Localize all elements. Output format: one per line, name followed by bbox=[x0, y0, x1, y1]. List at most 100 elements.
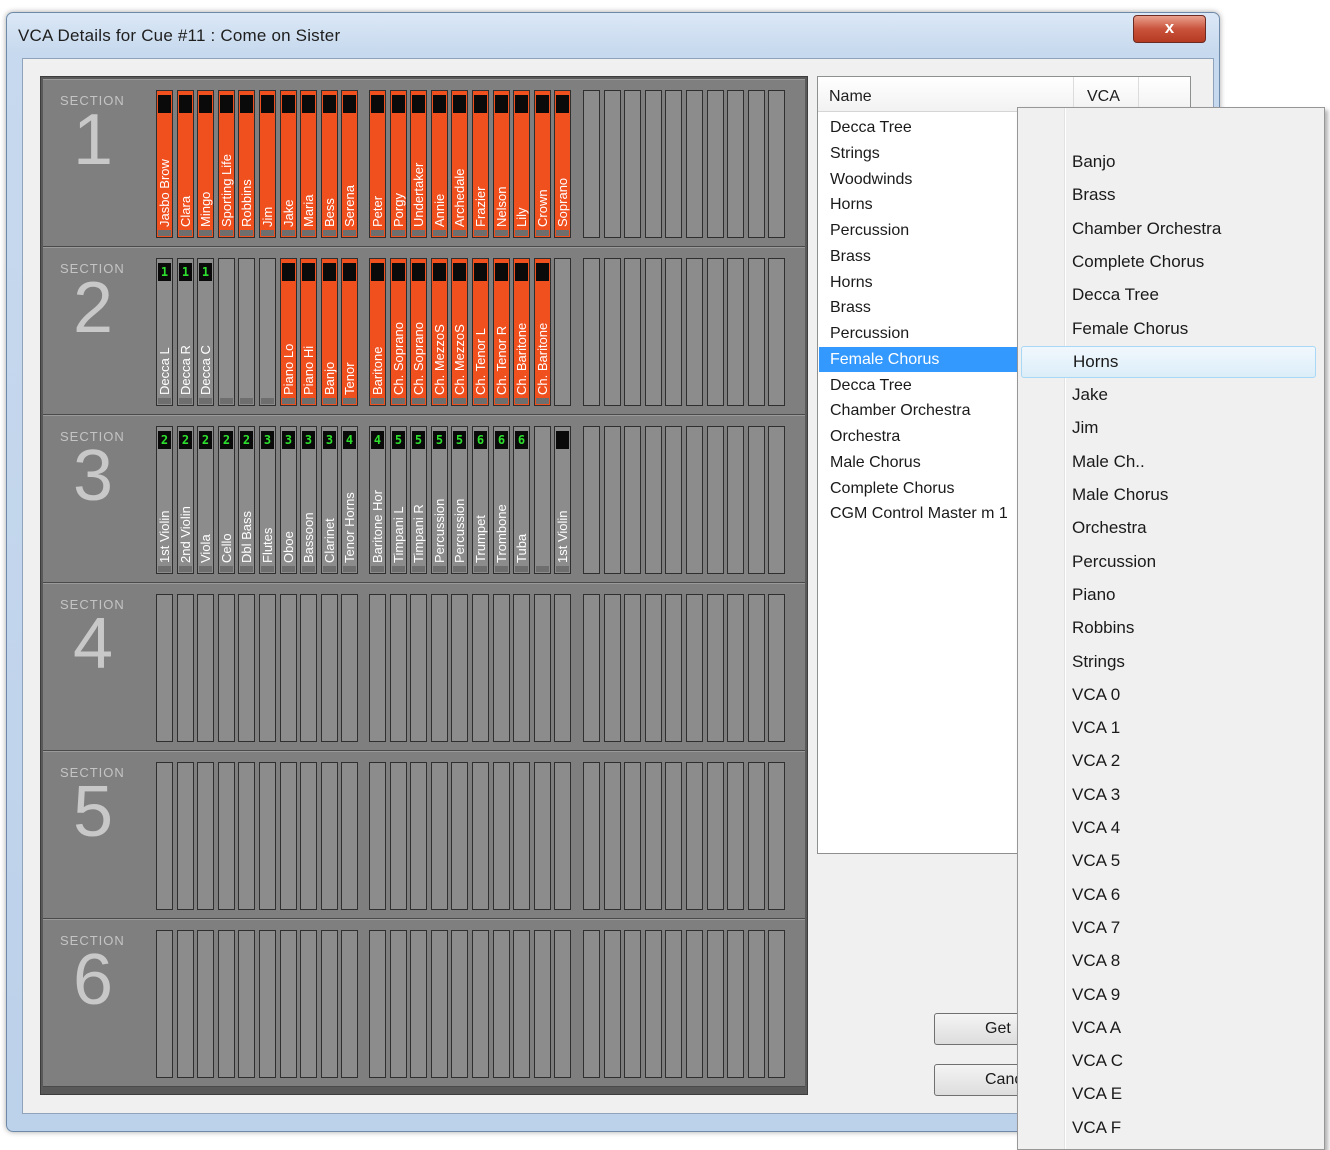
menu-item[interactable]: Jake bbox=[1021, 379, 1316, 411]
empty-channel-strip[interactable] bbox=[451, 930, 468, 1078]
menu-item[interactable]: Male Ch.. bbox=[1021, 446, 1316, 478]
empty-channel-strip[interactable] bbox=[727, 762, 744, 910]
channel-strip[interactable]: 4 Baritone Hor bbox=[369, 426, 386, 574]
empty-channel-strip[interactable] bbox=[321, 594, 338, 742]
empty-channel-strip[interactable] bbox=[645, 426, 662, 574]
empty-channel-strip[interactable] bbox=[624, 594, 641, 742]
menu-item[interactable]: Chamber Orchestra bbox=[1021, 213, 1316, 245]
menu-item[interactable]: VCA E bbox=[1021, 1078, 1316, 1110]
empty-channel-strip[interactable] bbox=[748, 762, 765, 910]
channel-strip[interactable] bbox=[218, 258, 235, 406]
empty-channel-strip[interactable] bbox=[300, 594, 317, 742]
empty-channel-strip[interactable] bbox=[280, 762, 297, 910]
empty-channel-strip[interactable] bbox=[645, 258, 662, 406]
empty-channel-strip[interactable] bbox=[431, 762, 448, 910]
channel-strip[interactable]: Annie bbox=[431, 90, 448, 238]
empty-channel-strip[interactable] bbox=[604, 930, 621, 1078]
empty-channel-strip[interactable] bbox=[768, 90, 785, 238]
channel-strip[interactable]: 2 Cello bbox=[218, 426, 235, 574]
channel-strip[interactable]: Porgy bbox=[390, 90, 407, 238]
empty-channel-strip[interactable] bbox=[238, 594, 255, 742]
empty-channel-strip[interactable] bbox=[259, 930, 276, 1078]
menu-item[interactable]: Complete Chorus bbox=[1021, 246, 1316, 278]
empty-channel-strip[interactable] bbox=[513, 594, 530, 742]
empty-channel-strip[interactable] bbox=[534, 762, 551, 910]
empty-channel-strip[interactable] bbox=[472, 594, 489, 742]
empty-channel-strip[interactable] bbox=[513, 930, 530, 1078]
menu-item[interactable]: VCA 8 bbox=[1021, 945, 1316, 977]
empty-channel-strip[interactable] bbox=[645, 594, 662, 742]
channel-strip[interactable]: 6 Trumpet bbox=[472, 426, 489, 574]
channel-strip[interactable]: Robbins bbox=[238, 90, 255, 238]
channel-strip[interactable]: 5 Timpani L bbox=[390, 426, 407, 574]
channel-strip[interactable]: Ch. Tenor R bbox=[493, 258, 510, 406]
channel-strip[interactable]: Crown bbox=[534, 90, 551, 238]
channel-strip[interactable]: Ch. MezzoS bbox=[431, 258, 448, 406]
channel-strip[interactable]: Baritone bbox=[369, 258, 386, 406]
channel-strip[interactable]: Ch. Baritone bbox=[534, 258, 551, 406]
empty-channel-strip[interactable] bbox=[583, 762, 600, 910]
channel-strip[interactable]: 1 Decca C bbox=[197, 258, 214, 406]
empty-channel-strip[interactable] bbox=[259, 762, 276, 910]
column-divider[interactable] bbox=[1138, 77, 1139, 111]
empty-channel-strip[interactable] bbox=[369, 594, 386, 742]
empty-channel-strip[interactable] bbox=[707, 930, 724, 1078]
menu-item[interactable]: VCA 4 bbox=[1021, 812, 1316, 844]
empty-channel-strip[interactable] bbox=[177, 762, 194, 910]
channel-strip[interactable] bbox=[259, 258, 276, 406]
menu-item[interactable]: VCA 2 bbox=[1021, 745, 1316, 777]
channel-strip[interactable]: 5 Timpani R bbox=[410, 426, 427, 574]
empty-channel-strip[interactable] bbox=[645, 90, 662, 238]
empty-channel-strip[interactable] bbox=[218, 594, 235, 742]
empty-channel-strip[interactable] bbox=[727, 426, 744, 574]
empty-channel-strip[interactable] bbox=[197, 930, 214, 1078]
channel-strip[interactable]: Ch. Tenor L bbox=[472, 258, 489, 406]
empty-channel-strip[interactable] bbox=[341, 930, 358, 1078]
empty-channel-strip[interactable] bbox=[686, 90, 703, 238]
empty-channel-strip[interactable] bbox=[583, 594, 600, 742]
empty-channel-strip[interactable] bbox=[341, 762, 358, 910]
empty-channel-strip[interactable] bbox=[390, 930, 407, 1078]
list-item[interactable]: Female Chorus bbox=[819, 346, 1019, 372]
empty-channel-strip[interactable] bbox=[707, 594, 724, 742]
empty-channel-strip[interactable] bbox=[604, 90, 621, 238]
menu-item[interactable]: Strings bbox=[1021, 646, 1316, 678]
empty-channel-strip[interactable] bbox=[156, 594, 173, 742]
close-button[interactable]: x bbox=[1133, 15, 1206, 43]
empty-channel-strip[interactable] bbox=[686, 762, 703, 910]
channel-strip[interactable]: Archedale bbox=[451, 90, 468, 238]
menu-item[interactable]: Brass bbox=[1021, 179, 1316, 211]
menu-item[interactable]: Decca Tree bbox=[1021, 279, 1316, 311]
channel-strip[interactable]: 6 Tuba bbox=[513, 426, 530, 574]
menu-item[interactable]: VCA 1 bbox=[1021, 712, 1316, 744]
menu-item[interactable]: VCA 3 bbox=[1021, 779, 1316, 811]
menu-item[interactable]: VCA 5 bbox=[1021, 845, 1316, 877]
empty-channel-strip[interactable] bbox=[583, 90, 600, 238]
empty-channel-strip[interactable] bbox=[390, 762, 407, 910]
channel-strip[interactable]: 3 Oboe bbox=[280, 426, 297, 574]
empty-channel-strip[interactable] bbox=[493, 594, 510, 742]
empty-channel-strip[interactable] bbox=[768, 594, 785, 742]
empty-channel-strip[interactable] bbox=[665, 594, 682, 742]
channel-strip[interactable]: Banjo bbox=[321, 258, 338, 406]
empty-channel-strip[interactable] bbox=[156, 930, 173, 1078]
channel-strip[interactable]: Ch. Soprano bbox=[410, 258, 427, 406]
empty-channel-strip[interactable] bbox=[451, 762, 468, 910]
channel-strip[interactable]: Sporting Life bbox=[218, 90, 235, 238]
empty-channel-strip[interactable] bbox=[665, 258, 682, 406]
empty-channel-strip[interactable] bbox=[197, 762, 214, 910]
channel-strip[interactable]: Piano Lo bbox=[280, 258, 297, 406]
empty-channel-strip[interactable] bbox=[390, 594, 407, 742]
channel-strip[interactable]: 2 Viola bbox=[197, 426, 214, 574]
empty-channel-strip[interactable] bbox=[768, 930, 785, 1078]
empty-channel-strip[interactable] bbox=[707, 258, 724, 406]
empty-channel-strip[interactable] bbox=[534, 930, 551, 1078]
empty-channel-strip[interactable] bbox=[583, 930, 600, 1078]
empty-channel-strip[interactable] bbox=[727, 594, 744, 742]
empty-channel-strip[interactable] bbox=[197, 594, 214, 742]
empty-channel-strip[interactable] bbox=[707, 762, 724, 910]
empty-channel-strip[interactable] bbox=[748, 594, 765, 742]
menu-item[interactable]: VCA 7 bbox=[1021, 912, 1316, 944]
empty-channel-strip[interactable] bbox=[583, 258, 600, 406]
empty-channel-strip[interactable] bbox=[604, 258, 621, 406]
